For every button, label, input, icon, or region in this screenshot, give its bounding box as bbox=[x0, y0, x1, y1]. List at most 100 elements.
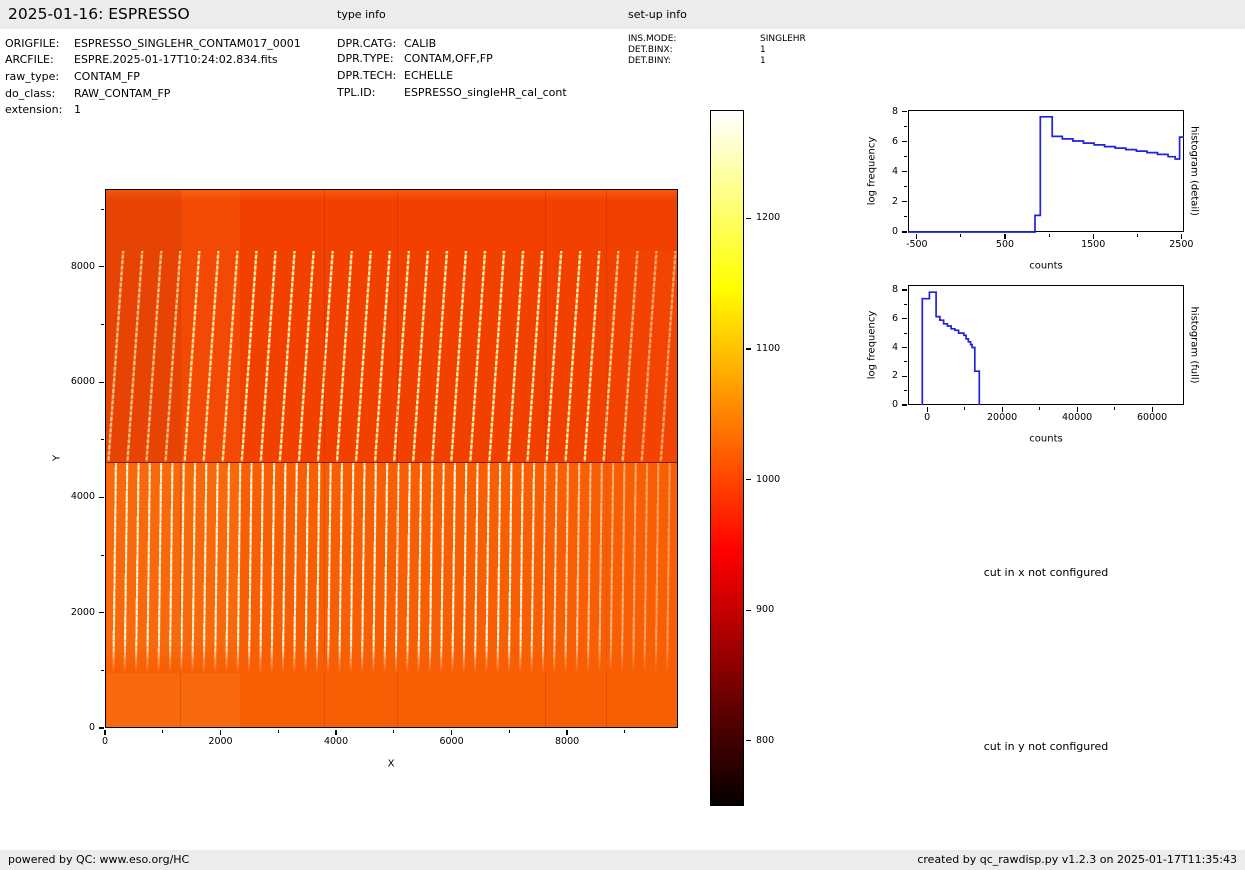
y-tick-mark bbox=[901, 346, 907, 349]
y-tick-label: 0 bbox=[891, 399, 898, 410]
y-minor-tick bbox=[903, 216, 907, 218]
y-tick-mark bbox=[901, 201, 907, 203]
detector-half-boundary-line bbox=[106, 461, 677, 463]
hist-detail-x-label: counts bbox=[1029, 260, 1063, 272]
y-minor-tick bbox=[100, 323, 104, 325]
x-minor-tick bbox=[1048, 233, 1050, 237]
x-tick-label: 20000 bbox=[987, 412, 1018, 423]
y-tick-mark bbox=[901, 289, 907, 291]
x-tick-mark bbox=[1151, 406, 1153, 412]
y-tick-label: 2 bbox=[891, 370, 898, 382]
x-tick-mark bbox=[219, 729, 222, 735]
colorbar-tick-label: 900 bbox=[756, 604, 775, 616]
x-tick-label: 0 bbox=[924, 412, 931, 423]
histogram-step-line bbox=[921, 291, 981, 405]
x-minor-tick bbox=[1039, 406, 1041, 410]
y-tick-label: 2 bbox=[891, 195, 898, 207]
x-tick-mark bbox=[450, 729, 453, 735]
y-tick-mark bbox=[901, 318, 907, 320]
y-tick-label: 8 bbox=[891, 105, 898, 117]
y-tick-mark bbox=[98, 612, 104, 614]
x-tick-label: 6000 bbox=[439, 736, 464, 747]
x-tick-mark bbox=[1092, 233, 1094, 239]
y-tick-label: 4 bbox=[891, 341, 898, 353]
x-tick-mark bbox=[566, 729, 568, 735]
qc-report-page: 2025-01-16: ESPRESSO type info set-up in… bbox=[0, 0, 1245, 870]
hist-full-right-label: histogram (full) bbox=[1188, 306, 1200, 384]
x-tick-label: 4000 bbox=[323, 736, 349, 747]
y-minor-tick bbox=[903, 361, 907, 363]
y-minor-tick bbox=[100, 554, 104, 556]
y-tick-mark bbox=[98, 496, 104, 498]
y-tick-mark bbox=[98, 381, 104, 383]
y-minor-tick bbox=[100, 669, 104, 671]
x-minor-tick bbox=[277, 729, 279, 733]
x-minor-tick bbox=[1136, 233, 1138, 237]
setup-row-value: 1 bbox=[760, 56, 766, 66]
y-minor-tick bbox=[100, 439, 104, 441]
hist-full-x-label: counts bbox=[1029, 433, 1063, 445]
setup-row-label: DET.BINY: bbox=[628, 56, 671, 66]
hist-detail-right-label: histogram (detail) bbox=[1188, 126, 1200, 216]
x-tick-label: 500 bbox=[995, 239, 1015, 250]
histogram-step-line bbox=[908, 115, 1184, 233]
x-tick-label: 0 bbox=[101, 736, 109, 747]
y-tick-mark bbox=[98, 266, 104, 268]
y-minor-tick bbox=[903, 332, 907, 334]
file-row-label: ORIGFILE: bbox=[5, 37, 60, 50]
raw-image-plot bbox=[105, 189, 678, 728]
x-minor-tick bbox=[1114, 406, 1116, 410]
x-tick-label: 2500 bbox=[1169, 239, 1194, 250]
footer-right-text: created by qc_rawdisp.py v1.2.3 on 2025-… bbox=[917, 853, 1237, 866]
file-row-value: CONTAM_FP bbox=[74, 70, 140, 83]
file-row-value: ESPRE.2025-01-17T10:24:02.834.fits bbox=[74, 53, 278, 66]
y-tick-label: 2000 bbox=[70, 606, 95, 618]
x-tick-mark bbox=[1004, 233, 1006, 239]
type-row-label: DPR.CATG: bbox=[337, 37, 397, 50]
y-tick-label: 0 bbox=[891, 226, 898, 237]
x-minor-tick bbox=[960, 233, 962, 237]
y-minor-tick bbox=[903, 156, 907, 158]
colorbar-tick-label: 1200 bbox=[756, 212, 781, 224]
y-tick-mark bbox=[98, 727, 104, 729]
file-row-label: ARCFILE: bbox=[5, 53, 54, 66]
y-tick-label: 6 bbox=[891, 312, 898, 324]
type-row-label: DPR.TYPE: bbox=[337, 52, 394, 65]
x-tick-label: 60000 bbox=[1137, 412, 1168, 423]
type-row-value: ESPRESSO_singleHR_cal_cont bbox=[404, 86, 567, 99]
file-row-label: do_class: bbox=[5, 87, 56, 100]
x-tick-label: 1500 bbox=[1081, 239, 1106, 250]
main-y-axis-label: Y bbox=[51, 454, 63, 462]
setup-row-label: DET.BINX: bbox=[628, 45, 673, 55]
colorbar-tick-label: 800 bbox=[756, 734, 775, 746]
x-tick-label: -500 bbox=[906, 239, 928, 250]
file-row-label: extension: bbox=[5, 103, 63, 116]
x-tick-label: 8000 bbox=[555, 736, 580, 747]
y-tick-label: 6 bbox=[891, 135, 898, 147]
x-tick-mark bbox=[926, 406, 928, 412]
x-minor-tick bbox=[162, 729, 164, 733]
type-info-heading: type info bbox=[337, 8, 386, 21]
y-tick-label: 0 bbox=[88, 722, 95, 733]
lower-bottom-fade bbox=[106, 463, 677, 673]
x-tick-mark bbox=[335, 729, 337, 735]
x-minor-tick bbox=[508, 729, 510, 733]
main-x-axis-label: X bbox=[387, 758, 395, 770]
type-row-value: CALIB bbox=[404, 37, 437, 50]
x-minor-tick bbox=[624, 729, 626, 733]
x-minor-tick bbox=[964, 406, 966, 410]
upper-right-fade bbox=[106, 251, 677, 462]
setup-row-value: 1 bbox=[760, 45, 766, 55]
colorbar-tick-label: 1100 bbox=[756, 342, 781, 354]
y-tick-mark bbox=[901, 171, 907, 173]
y-tick-label: 4000 bbox=[70, 491, 95, 503]
colorbar-tick-mark bbox=[745, 478, 751, 481]
y-tick-label: 8000 bbox=[70, 260, 95, 272]
y-minor-tick bbox=[100, 208, 104, 210]
y-tick-mark bbox=[901, 404, 907, 406]
cut-y-message: cut in y not configured bbox=[983, 740, 1109, 753]
x-tick-label: 2000 bbox=[208, 736, 233, 747]
type-row-label: DPR.TECH: bbox=[337, 69, 397, 82]
x-tick-mark bbox=[1001, 406, 1003, 412]
type-row-label: TPL.ID: bbox=[337, 86, 376, 99]
